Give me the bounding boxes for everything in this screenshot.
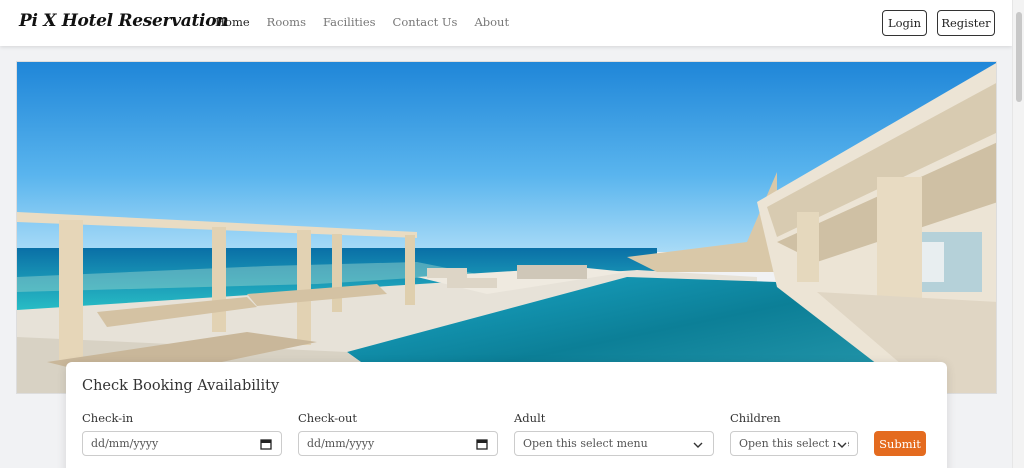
- checkin-date-input[interactable]: dd/mm/yyyy: [82, 431, 282, 456]
- register-button[interactable]: Register: [937, 10, 995, 36]
- hero-image: [16, 61, 997, 394]
- navbar: Pi X Hotel Reservation Home Rooms Facili…: [0, 0, 1012, 46]
- login-button[interactable]: Login: [882, 10, 927, 36]
- nav-link-about[interactable]: About: [474, 15, 509, 29]
- chevron-down-icon: [693, 442, 703, 448]
- checkout-date-input[interactable]: dd/mm/yyyy: [298, 431, 498, 456]
- children-select-value: Open this select me: [739, 437, 850, 450]
- chevron-down-icon: [836, 439, 848, 451]
- calendar-icon[interactable]: [476, 438, 488, 450]
- checkin-label: Check-in: [82, 411, 134, 425]
- adult-select-value: Open this select menu: [523, 437, 648, 450]
- adult-label: Adult: [514, 411, 546, 425]
- brand-logo[interactable]: Pi X Hotel Reservation: [19, 11, 229, 31]
- nav-link-contact[interactable]: Contact Us: [393, 15, 458, 29]
- nav-link-facilities[interactable]: Facilities: [323, 15, 376, 29]
- page-scrollbar[interactable]: [1012, 0, 1024, 468]
- adult-select[interactable]: Open this select menu: [514, 431, 714, 456]
- checkout-label: Check-out: [298, 411, 358, 425]
- children-label: Children: [730, 411, 781, 425]
- nav-links: Home Rooms Facilities Contact Us About: [215, 15, 526, 29]
- calendar-icon[interactable]: [260, 438, 272, 450]
- hero-pool-illustration: [17, 62, 996, 393]
- nav-link-home[interactable]: Home: [215, 15, 250, 29]
- nav-link-rooms[interactable]: Rooms: [267, 15, 306, 29]
- checkout-placeholder: dd/mm/yyyy: [307, 437, 375, 450]
- submit-button[interactable]: Submit: [874, 431, 926, 456]
- booking-title: Check Booking Availability: [82, 378, 280, 394]
- scrollbar-thumb[interactable]: [1016, 12, 1022, 102]
- checkin-placeholder: dd/mm/yyyy: [91, 437, 159, 450]
- children-select[interactable]: Open this select me: [730, 431, 858, 456]
- booking-form: Check Booking Availability Check-in dd/m…: [66, 362, 947, 468]
